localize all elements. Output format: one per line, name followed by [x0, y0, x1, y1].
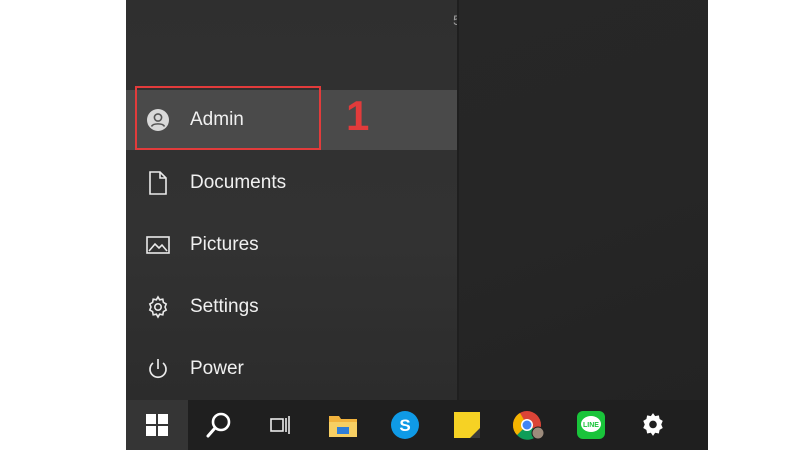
sticky-notes-icon[interactable] [436, 400, 498, 450]
power-icon [146, 357, 170, 381]
annotation-highlight-box [135, 86, 321, 150]
start-menu-left-pane: 5 Admin Documents [126, 0, 461, 400]
document-icon [146, 171, 170, 195]
search-icon[interactable] [188, 400, 250, 450]
task-view-icon[interactable] [250, 400, 312, 450]
menu-item-label: Power [190, 358, 244, 379]
gear-icon [146, 295, 170, 319]
annotation-step-number: 1 [346, 92, 370, 139]
menu-item-label: Pictures [190, 234, 259, 255]
start-menu-tiles-pane [457, 0, 708, 400]
windows-start-icon[interactable] [126, 400, 188, 450]
file-explorer-icon[interactable] [312, 400, 374, 450]
picture-icon [146, 233, 170, 257]
settings-gear-icon[interactable] [622, 400, 684, 450]
menu-item-label: Settings [190, 296, 259, 317]
svg-text:LINE: LINE [583, 422, 599, 429]
chrome-icon[interactable] [498, 400, 560, 450]
line-icon[interactable]: LINE [560, 400, 622, 450]
menu-item-pictures[interactable]: Pictures [126, 215, 457, 275]
menu-item-power[interactable]: Power [126, 339, 457, 399]
menu-item-settings[interactable]: Settings [126, 277, 457, 337]
desktop-screen: 5 Admin Documents [126, 0, 708, 450]
skype-icon[interactable]: S [374, 400, 436, 450]
taskbar: S LINE [126, 400, 708, 450]
menu-item-label: Documents [190, 172, 287, 193]
svg-text:S: S [399, 416, 410, 435]
menu-item-documents[interactable]: Documents [126, 153, 457, 213]
